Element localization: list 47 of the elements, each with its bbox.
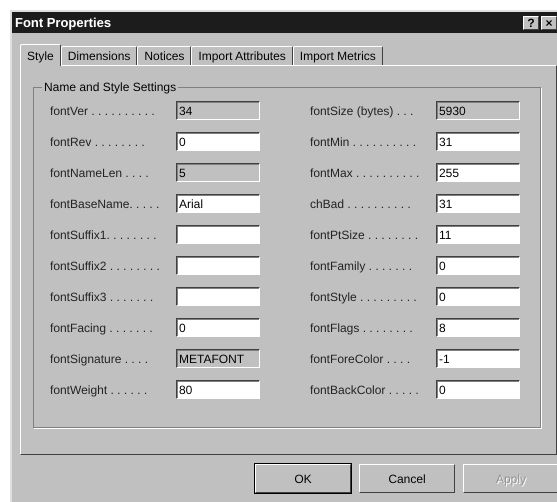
input-field[interactable]: -1 [436,349,520,368]
dialog-button[interactable]: OK [255,464,351,493]
input-field[interactable]: 0 [176,132,260,151]
field-label: fontRev . . . . . . . . [50,134,146,148]
input-field[interactable]: 11 [436,225,520,244]
input-field[interactable]: 0 [176,318,260,337]
tab[interactable]: Style [20,44,61,66]
tab[interactable]: Dimensions [60,46,138,65]
input-field[interactable]: 80 [176,380,260,399]
tab[interactable]: Notices [137,46,192,65]
input-field[interactable]: 0 [436,380,520,399]
field-label: fontSignature . . . . [50,352,150,366]
input-field[interactable] [176,287,260,306]
dialog-button[interactable]: Cancel [359,464,455,493]
input-field[interactable]: Arial [176,194,260,213]
field-label: fontFlags . . . . . . . . [310,320,414,334]
window-title: Font Properties [15,15,112,30]
field-label: fontBackColor . . . . . [310,382,420,396]
tab[interactable]: Import Attributes [191,46,293,65]
field-label: fontFacing . . . . . . . [50,320,154,334]
input-field[interactable]: 0 [436,287,520,306]
field-label: fontMax . . . . . . . . . . [310,166,420,180]
group-title: Name and Style Settings [43,80,178,94]
field-label: fontMin . . . . . . . . . . [310,134,418,148]
field-label: fontForeColor . . . . [310,352,412,366]
field-label: fontSize (bytes) . . . [310,104,414,118]
field-label: fontBaseName. . . . . [50,196,160,210]
field-label: fontSuffix3 . . . . . . . [50,290,154,304]
field-label: fontStyle . . . . . . . . . [310,290,418,304]
input-field[interactable]: 255 [436,163,520,182]
help-button[interactable]: ? [523,16,539,30]
field-label: fontSuffix2 . . . . . . . . [50,258,161,272]
field-label: fontFamily . . . . . . . [310,258,414,272]
tab[interactable]: Import Metrics [292,46,383,65]
input-field[interactable] [176,225,260,244]
field-label: fontNameLen . . . . [50,166,150,180]
input-field[interactable]: 8 [436,318,520,337]
field-label: fontPtSize . . . . . . . . [310,228,420,242]
field-label: fontSuffix1. . . . . . . . [50,228,158,242]
input-field[interactable]: 31 [436,194,520,213]
close-button[interactable]: × [541,16,557,30]
field-label: fontWeight . . . . . . [50,382,148,396]
input-field[interactable]: 0 [436,256,520,275]
input-field[interactable]: 31 [436,132,520,151]
field-label: fontVer . . . . . . . . . . [50,104,156,118]
field-label: chBad . . . . . . . . . . [310,196,412,210]
input-field[interactable] [176,256,260,275]
